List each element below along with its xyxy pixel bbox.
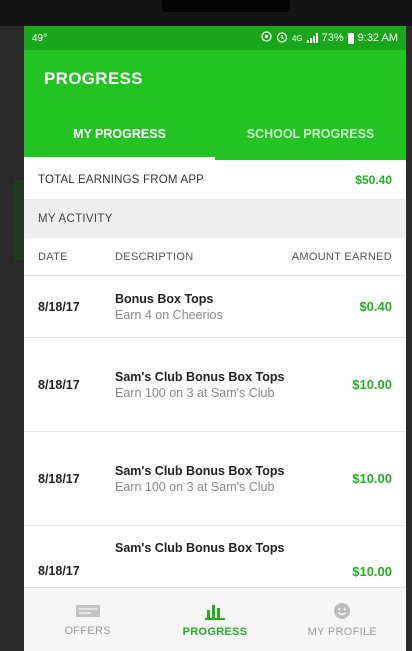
- activity-row[interactable]: 8/18/17 Sam's Club Bonus Box Tops Earn 1…: [24, 432, 406, 526]
- total-earnings-value: $50.40: [355, 172, 392, 187]
- row-title: Sam's Club Bonus Box Tops: [115, 369, 285, 384]
- tab-label: MY PROGRESS: [73, 127, 166, 141]
- tab-school-progress[interactable]: SCHOOL PROGRESS: [215, 108, 406, 160]
- row-amount: $0.40: [359, 299, 392, 314]
- activity-row[interactable]: 8/18/17 Sam's Club Bonus Box Tops Earn 1…: [24, 338, 406, 432]
- row-amount: $10.00: [352, 564, 392, 579]
- row-date: 8/18/17: [38, 471, 80, 486]
- settings-circle-icon: [261, 31, 272, 45]
- nav-offers[interactable]: OFFERS: [24, 588, 151, 651]
- signal-strength-icon: [306, 33, 318, 43]
- row-title: Bonus Box Tops: [115, 291, 214, 306]
- row-date: 8/18/17: [38, 377, 80, 392]
- column-header-amount: AMOUNT EARNED: [291, 250, 392, 263]
- tab-my-progress[interactable]: MY PROGRESS: [24, 108, 215, 160]
- row-subtitle: Earn 100 on 3 at Sam's Club: [115, 385, 275, 400]
- total-earnings-row: TOTAL EARNINGS FROM APP $50.40: [24, 160, 406, 200]
- progress-content[interactable]: TOTAL EARNINGS FROM APP $50.40 MY ACTIVI…: [24, 160, 406, 587]
- row-description: Sam's Club Bonus Box Tops Earn 100 on 3 …: [115, 463, 332, 495]
- column-header-description: DESCRIPTION: [115, 250, 194, 263]
- row-subtitle: Earn 100 on 3 at Sam's Club: [115, 479, 275, 494]
- backdrop-notch: [162, 0, 290, 12]
- row-date: 8/18/17: [38, 564, 80, 578]
- network-type: 4G: [291, 33, 303, 43]
- row-title: Sam's Club Bonus Box Tops: [115, 463, 285, 478]
- row-description: Sam's Club Bonus Box Tops Earn 100 on 3 …: [115, 369, 332, 401]
- nav-progress[interactable]: PROGRESS: [151, 588, 278, 651]
- tab-label: SCHOOL PROGRESS: [246, 127, 375, 141]
- total-earnings-label: TOTAL EARNINGS FROM APP: [38, 173, 205, 186]
- row-amount: $10.00: [352, 471, 392, 486]
- row-amount: $10.00: [352, 377, 392, 392]
- phone-screen: 49° 4G 73% 9:32 AM PROGRESS MY PROGRESS …: [24, 26, 406, 651]
- bar-chart-icon: [204, 602, 226, 620]
- battery-percent: 73%: [321, 32, 344, 44]
- backdrop-left: [0, 26, 24, 651]
- status-bar: 49° 4G 73% 9:32 AM: [24, 26, 406, 50]
- activity-column-headers: DATE DESCRIPTION AMOUNT EARNED: [24, 238, 406, 276]
- row-date: 8/18/17: [38, 299, 80, 314]
- backdrop-left-accent: [14, 180, 24, 260]
- nav-label: OFFERS: [64, 624, 111, 637]
- progress-tabs: MY PROGRESS SCHOOL PROGRESS: [24, 108, 406, 160]
- app-bar: PROGRESS: [24, 50, 406, 108]
- activity-list: 8/18/17 Bonus Box Tops Earn 4 on Cheerio…: [24, 276, 406, 587]
- row-title: Sam's Club Bonus Box Tops: [115, 541, 285, 555]
- row-subtitle: Earn 4 on Cheerios: [115, 307, 223, 322]
- battery-icon: [347, 32, 354, 44]
- backdrop-right: [406, 26, 412, 651]
- column-header-date: DATE: [38, 250, 68, 263]
- activity-row[interactable]: 8/18/17 Bonus Box Tops Earn 4 on Cheerio…: [24, 276, 406, 338]
- row-description: Bonus Box Tops Earn 4 on Cheerios: [115, 291, 332, 323]
- alarm-clock-icon: [276, 31, 288, 46]
- my-activity-header: MY ACTIVITY: [24, 200, 406, 238]
- bottom-navigation: OFFERS PROGRESS MY PROFILE: [24, 587, 406, 651]
- activity-row[interactable]: 8/18/17 Sam's Club Bonus Box Tops $10.00: [24, 526, 406, 587]
- page-title: PROGRESS: [44, 69, 143, 88]
- nav-my-profile[interactable]: MY PROFILE: [279, 588, 406, 651]
- nav-label: PROGRESS: [182, 625, 248, 638]
- nav-label: MY PROFILE: [307, 625, 378, 638]
- status-time: 9:32 AM: [357, 32, 398, 44]
- smiley-icon: [333, 602, 351, 620]
- status-temperature: 49°: [32, 32, 48, 44]
- row-description: Sam's Club Bonus Box Tops: [115, 540, 332, 556]
- offers-icon: [75, 603, 101, 619]
- status-right-group: 4G 73% 9:32 AM: [261, 31, 398, 46]
